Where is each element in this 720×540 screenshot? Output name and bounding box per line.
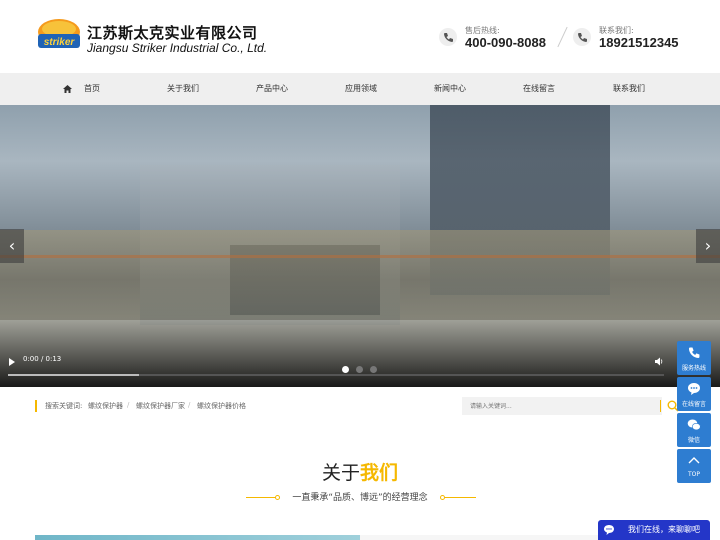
side-label: 服务热线 — [681, 365, 706, 372]
divider — [557, 26, 568, 48]
company-name-en: Jiangsu Striker Industrial Co., Ltd. — [87, 41, 268, 55]
nav-item-about[interactable]: 关于我们 — [167, 73, 199, 105]
phone-icon — [439, 28, 457, 46]
video-progress-fill — [8, 374, 139, 376]
main-nav: 首页 关于我们 产品中心 应用领域 新闻中心 在线留言 联系我们 — [0, 73, 720, 105]
side-label: 在线留言 — [681, 401, 706, 408]
volume-icon[interactable] — [655, 357, 664, 366]
nav-item-news[interactable]: 新闻中心 — [434, 73, 466, 105]
play-icon[interactable] — [9, 358, 15, 366]
side-wechat-button[interactable]: 微信 — [677, 413, 711, 447]
nav-item-message[interactable]: 在线留言 — [523, 73, 555, 105]
contact-number: 18921512345 — [599, 35, 679, 50]
banner-prev-button[interactable]: ‹ — [0, 229, 24, 263]
company-name-cn: 江苏斯太克实业有限公司 — [87, 24, 258, 42]
nav-item-contact[interactable]: 联系我们 — [613, 73, 645, 105]
slide-dot[interactable] — [342, 366, 349, 373]
online-chat-bar[interactable]: 我们在线，来聊聊吧 — [598, 520, 710, 540]
keyword-label: 搜索关键词: — [45, 402, 83, 410]
side-label: 微信 — [687, 437, 700, 444]
hotline-number: 400-090-8088 — [465, 35, 546, 50]
nav-item-applications[interactable]: 应用领域 — [345, 73, 377, 105]
phone-icon — [573, 28, 591, 46]
accent-bar — [35, 400, 37, 412]
banner-video[interactable]: ‹ › 0:00 / 0:13 — [0, 105, 720, 387]
chat-icon — [688, 383, 700, 395]
about-title-highlight: 我们 — [360, 462, 399, 484]
phone-icon — [688, 347, 700, 359]
side-message-button[interactable]: 在线留言 — [677, 377, 711, 411]
keyword-separator: / — [127, 401, 130, 409]
banner-next-button[interactable]: › — [696, 229, 720, 263]
search-input[interactable] — [462, 397, 662, 415]
video-time: 0:00 / 0:13 — [23, 355, 62, 363]
nav-item-products[interactable]: 产品中心 — [256, 73, 288, 105]
chevron-up-icon — [688, 457, 700, 464]
logo-text: striker — [44, 37, 76, 48]
about-subtitle: 一直秉承“品质、博远”的经营理念 — [292, 493, 428, 503]
about-image — [35, 535, 360, 540]
about-title-plain: 关于 — [321, 462, 360, 484]
side-top-button[interactable]: TOP — [677, 449, 711, 483]
wechat-icon — [687, 419, 701, 431]
keyword-separator: / — [188, 401, 191, 409]
keyword-link[interactable]: 螺纹保护器价格 — [197, 401, 246, 411]
about-title: 关于我们 — [0, 458, 720, 485]
keyword-link[interactable]: 螺纹保护器厂家 — [136, 401, 185, 411]
decoration-line — [444, 497, 476, 498]
slide-dot[interactable] — [370, 366, 377, 373]
company-logo[interactable]: striker — [37, 18, 81, 54]
side-label: TOP — [687, 471, 700, 478]
side-service-hotline-button[interactable]: 服务热线 — [677, 341, 711, 375]
chat-label: 我们在线，来聊聊吧 — [628, 525, 700, 534]
keyword-link[interactable]: 螺纹保护器 — [88, 401, 123, 411]
search-row: 搜索关键词: 螺纹保护器 / 螺纹保护器厂家 / 螺纹保护器价格 — [0, 387, 720, 427]
home-icon[interactable] — [63, 85, 72, 93]
slide-dot[interactable] — [356, 366, 363, 373]
search-divider — [660, 400, 661, 412]
site-header: striker 江苏斯太克实业有限公司 Jiangsu Striker Indu… — [0, 0, 720, 73]
chat-bubble-icon — [604, 525, 614, 535]
nav-item-home[interactable]: 首页 — [84, 73, 100, 105]
